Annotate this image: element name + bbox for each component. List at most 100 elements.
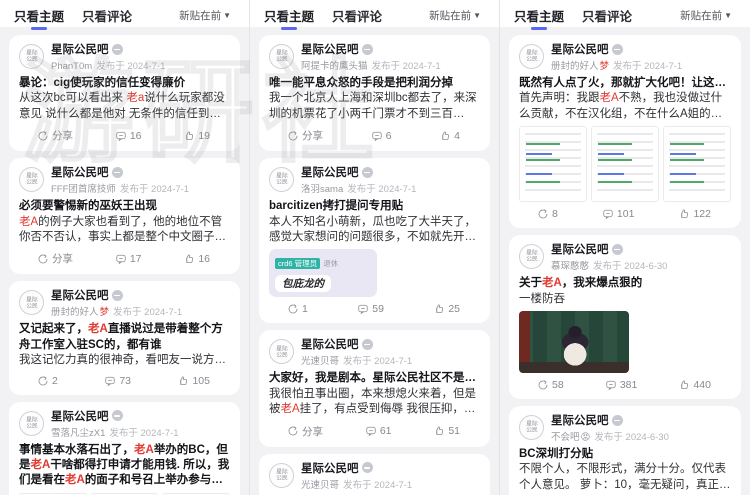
post-card[interactable]: 星际 公民 星际公民吧 PhanT0m 发布于 2024-7-1 暴论：cig使玩…	[9, 35, 240, 152]
avatar[interactable]: 星际 公民	[269, 462, 294, 488]
author-name[interactable]: 不会吧😡	[551, 432, 590, 443]
share-button[interactable]: 8	[531, 207, 564, 221]
tab-comments-only[interactable]: 只看评论	[582, 6, 632, 25]
author-name[interactable]: FFF团首席技师	[51, 184, 116, 195]
like-button[interactable]: 16	[177, 252, 216, 266]
like-button[interactable]: 25	[427, 302, 466, 316]
like-button[interactable]: 122	[672, 207, 717, 221]
bar-name[interactable]: 星际公民吧	[301, 460, 359, 476]
avatar[interactable]: 星际 公民	[19, 290, 44, 316]
bar-name[interactable]: 星际公民吧	[51, 408, 109, 424]
post-image-thumbnail[interactable]	[663, 126, 731, 203]
share-button[interactable]: 分享	[281, 423, 329, 440]
bar-name[interactable]: 星际公民吧	[51, 41, 109, 57]
like-button[interactable]: 4	[433, 129, 466, 143]
avatar[interactable]: 星际 公民	[519, 415, 544, 441]
like-button[interactable]: 440	[672, 378, 717, 392]
post-body[interactable]: 我这记忆力真的很神奇，看吧友一说方舟，我又想起来…	[19, 353, 230, 368]
post-title[interactable]: 唯一能平息众怒的手段是把利润分掉	[269, 76, 480, 91]
author-name[interactable]: 光速贝哥	[301, 480, 339, 491]
author-name[interactable]: PhanT0m	[51, 61, 92, 72]
chat-bubble-thumbnail[interactable]: crd6 管理员 退休 包庇龙的	[269, 249, 377, 298]
post-image-thumbnail[interactable]	[519, 126, 587, 203]
post-title[interactable]: 关于老A，我来爆点狠的	[519, 276, 731, 291]
like-button[interactable]: 51	[427, 424, 466, 438]
post-title[interactable]: 暴论：cig使玩家的信任变得廉价	[19, 76, 230, 91]
sort-dropdown[interactable]: 新贴在前 ▼	[423, 7, 487, 24]
post-body[interactable]: 从这次bc可以看出来 老a说什么玩家都没意见 说什么都是他对 无条件的信任到底是…	[19, 91, 230, 122]
comment-button[interactable]: 16	[109, 129, 148, 143]
comment-button[interactable]: 6	[365, 129, 398, 143]
post-card[interactable]: 星际 公民 星际公民吧 光速贝哥发布于 2024-7-1 没有料的第三集—际格斯…	[259, 453, 490, 495]
post-card[interactable]: 星际 公民 星际公民吧 册封的好人梦 发布于 2024-7-1 又记起来了，老A直…	[9, 281, 240, 395]
post-card[interactable]: 星际 公民 星际公民吧 不会吧😡 发布于 2024-6-30 BC深圳打分贴 不限…	[509, 406, 741, 495]
post-body[interactable]: 老A的例子大家也看到了，他的地位不管你否不否认，事实上都是整个中文圈子抬上去的。…	[19, 215, 230, 246]
post-image-thumbnail[interactable]	[591, 126, 659, 203]
comment-button[interactable]: 381	[599, 378, 644, 392]
post-card[interactable]: 星际 公民 星际公民吧 雪落凡尘zX1 发布于 2024-7-1 事情基本水落石出…	[9, 401, 240, 495]
avatar[interactable]: 星际 公民	[269, 44, 294, 69]
avatar[interactable]: 星际 公民	[19, 410, 44, 436]
bar-name[interactable]: 星际公民吧	[51, 164, 109, 180]
sort-dropdown[interactable]: 新贴在前 ▼	[674, 7, 738, 24]
post-card[interactable]: 星际 公民 星际公民吧 慕琛憨憨 发布于 2024-6-30 关于老A，我来爆点狠…	[509, 235, 741, 400]
avatar[interactable]: 星际 公民	[269, 167, 294, 193]
post-title[interactable]: 事情基本水落石出了，老A举办的BC，但是老A干啥都得打申请才能用钱. 所以，我们…	[19, 443, 230, 489]
anime-photo-thumbnail[interactable]	[519, 311, 629, 374]
post-title[interactable]: 既然有人点了火，那就扩大化吧！让这火燎原！	[519, 76, 731, 91]
share-button[interactable]: 分享	[281, 127, 329, 144]
post-body[interactable]: 不限个人，不限形式，满分十分。仅代表个人意见。 萝卜：10，毫无疑问，真正的神教…	[519, 462, 731, 493]
tab-comments-only[interactable]: 只看评论	[82, 6, 132, 25]
author-name[interactable]: 慕琛憨憨	[551, 261, 589, 272]
post-card[interactable]: 星际 公民 星际公民吧 阿提卡的鹰头猫 发布于 2024-7-1 唯一能平息众怒的…	[259, 35, 490, 152]
bar-name[interactable]: 星际公民吧	[301, 336, 359, 352]
post-body[interactable]: 一楼防吞	[519, 292, 731, 307]
post-card[interactable]: 星际 公民 星际公民吧 光速贝哥 发布于 2024-7-1 大家好，我是剧本。星际…	[259, 330, 490, 447]
like-button[interactable]: 105	[171, 374, 216, 388]
post-card[interactable]: 星际 公民 星际公民吧 洛羽sama 发布于 2024-7-1 barcitize…	[259, 158, 490, 324]
author-name[interactable]: 阿提卡的鹰头猫	[301, 61, 368, 72]
bar-name[interactable]: 星际公民吧	[301, 164, 359, 180]
bar-name[interactable]: 星际公民吧	[301, 41, 359, 57]
comment-button[interactable]: 59	[351, 302, 390, 316]
bar-name[interactable]: 星际公民吧	[51, 287, 109, 303]
comment-button[interactable]: 17	[109, 252, 148, 266]
comment-button[interactable]: 101	[596, 207, 641, 221]
share-button[interactable]: 分享	[31, 127, 79, 144]
comment-button[interactable]: 61	[359, 424, 398, 438]
post-body[interactable]: 我一个北京人上海和深圳bc都去了，来深圳的机票花了小两千门票才不到三百（298还…	[269, 91, 480, 122]
share-button[interactable]: 58	[531, 378, 570, 392]
comment-button[interactable]: 73	[98, 374, 137, 388]
post-title[interactable]: 必须要警惕新的巫妖王出现	[19, 199, 230, 214]
post-card[interactable]: 星际 公民 星际公民吧 册封的好人梦 发布于 2024-7-1 既然有人点了火，那…	[509, 35, 741, 229]
tab-topics-only[interactable]: 只看主题	[514, 6, 564, 30]
share-button[interactable]: 1	[281, 302, 314, 316]
post-card[interactable]: 星际 公民 星际公民吧 FFF团首席技师 发布于 2024-7-1 必须要警惕新的…	[9, 158, 240, 275]
bar-name[interactable]: 星际公民吧	[551, 412, 609, 428]
post-title[interactable]: 大家好，我是剧本。星际公民社区不是UEE，不需要皇帝	[269, 371, 480, 386]
avatar[interactable]: 星际 公民	[19, 44, 44, 69]
post-body[interactable]: 首先声明：我跟老A不熟，我也没做过什么贡献，不在汉化组，不在什么A姐的KOOK频…	[519, 91, 731, 122]
avatar[interactable]: 星际 公民	[519, 244, 544, 270]
author-name[interactable]: 光速贝哥	[301, 356, 339, 367]
author-name[interactable]: 洛羽sama	[301, 184, 343, 195]
sort-dropdown[interactable]: 新贴在前 ▼	[173, 7, 237, 24]
avatar[interactable]: 星际 公民	[19, 167, 44, 193]
tab-topics-only[interactable]: 只看主题	[14, 6, 64, 30]
author-name[interactable]: 册封的好人梦	[51, 307, 109, 318]
share-button[interactable]: 2	[31, 374, 64, 388]
post-body[interactable]: 本人不知名小萌新，瓜也吃了大半天了，感觉大家想问的问题很多，不如就先开个贴把问题…	[269, 215, 480, 246]
post-title[interactable]: BC深圳打分贴	[519, 447, 731, 462]
like-button[interactable]: 19	[177, 129, 216, 143]
tab-comments-only[interactable]: 只看评论	[332, 6, 382, 25]
author-name[interactable]: 雪落凡尘zX1	[51, 428, 105, 439]
post-body[interactable]: 我很怕丑事出圈，本来想熄火来着，但是被老A挂了，有点受到侮辱 我很压抑，等风波过…	[269, 387, 480, 418]
avatar[interactable]: 星际 公民	[269, 339, 294, 365]
tab-topics-only[interactable]: 只看主题	[264, 6, 314, 30]
bar-name[interactable]: 星际公民吧	[551, 241, 609, 257]
share-button[interactable]: 分享	[31, 250, 79, 267]
bar-name[interactable]: 星际公民吧	[551, 41, 609, 57]
avatar[interactable]: 星际 公民	[519, 44, 544, 69]
post-title[interactable]: barcitizen拷打提问专用贴	[269, 199, 480, 214]
post-title[interactable]: 又记起来了，老A直播说过是带着整个方舟工作室入驻SC的，都有谁	[19, 322, 230, 353]
